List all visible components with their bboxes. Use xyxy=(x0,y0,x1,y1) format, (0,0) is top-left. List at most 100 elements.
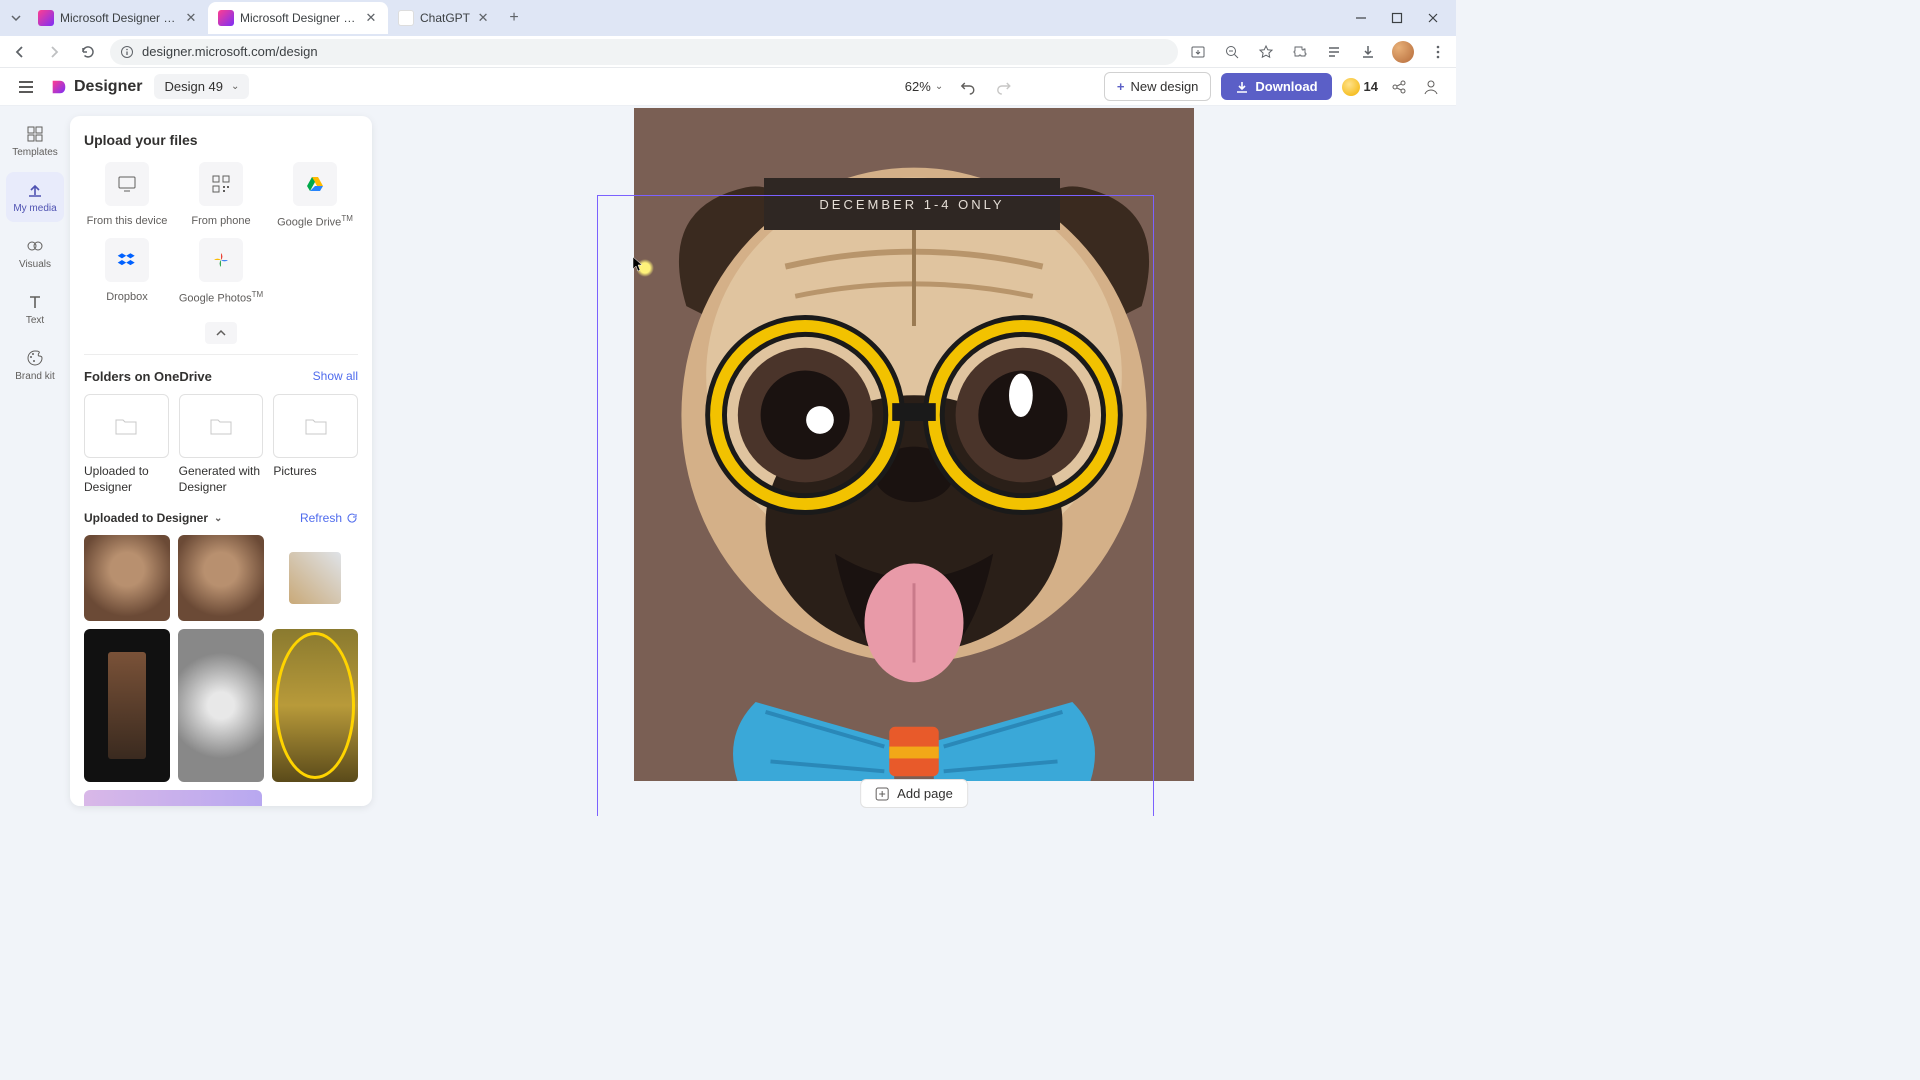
media-thumbnail[interactable] xyxy=(84,629,170,782)
redo-button[interactable] xyxy=(993,76,1015,98)
rail-templates[interactable]: Templates xyxy=(6,116,64,166)
dropbox-icon xyxy=(116,249,138,271)
add-page-label: Add page xyxy=(897,786,953,801)
new-design-button[interactable]: + New design xyxy=(1104,72,1212,101)
chevron-down-icon: ⌄ xyxy=(231,81,239,92)
forward-button[interactable] xyxy=(42,40,66,64)
section-dropdown[interactable]: Uploaded to Designer ⌄ xyxy=(84,511,222,525)
text-icon xyxy=(25,292,45,312)
upload-label: From this device xyxy=(87,214,168,228)
designer-favicon xyxy=(218,10,234,26)
download-icon xyxy=(1235,80,1249,94)
media-thumbnail[interactable] xyxy=(84,790,262,806)
download-button[interactable]: Download xyxy=(1221,73,1331,100)
app-logo[interactable]: Designer xyxy=(50,78,142,96)
upload-from-phone[interactable]: From phone xyxy=(178,162,264,230)
rail-visuals[interactable]: Visuals xyxy=(6,228,64,278)
close-icon[interactable]: ✕ xyxy=(364,11,378,25)
design-name: Design 49 xyxy=(164,79,223,94)
media-thumbnail[interactable] xyxy=(272,535,358,621)
canvas-area[interactable]: DECEMBER 1-4 ONLY Add page xyxy=(372,106,1456,816)
folder-generated-with-designer[interactable]: Generated with Designer xyxy=(179,394,264,495)
downloads-icon[interactable] xyxy=(1358,42,1378,62)
reading-list-icon[interactable] xyxy=(1324,42,1344,62)
app-name: Designer xyxy=(74,78,142,96)
zoom-value: 62% xyxy=(905,79,931,94)
credits-value: 14 xyxy=(1364,79,1378,94)
undo-button[interactable] xyxy=(957,76,979,98)
share-button[interactable] xyxy=(1388,76,1410,98)
folder-icon xyxy=(208,413,234,439)
url-input[interactable]: designer.microsoft.com/design xyxy=(110,39,1178,65)
upload-google-drive[interactable]: Google DriveTM xyxy=(272,162,358,230)
folder-pictures[interactable]: Pictures xyxy=(273,394,358,495)
browser-tab-strip: Microsoft Designer - Stunning ✕ Microsof… xyxy=(0,0,1456,36)
add-page-button[interactable]: Add page xyxy=(860,779,968,808)
upload-icon xyxy=(25,180,45,200)
app-header: Designer Design 49 ⌄ 62% ⌄ + New design … xyxy=(0,68,1456,106)
show-all-link[interactable]: Show all xyxy=(313,369,358,383)
cursor-icon xyxy=(632,256,644,272)
maximize-icon[interactable] xyxy=(1388,9,1406,27)
new-design-label: New design xyxy=(1130,79,1198,94)
rail-my-media[interactable]: My media xyxy=(6,172,64,222)
close-icon[interactable]: ✕ xyxy=(184,11,198,25)
media-thumbnail[interactable] xyxy=(84,535,170,621)
banner-text[interactable]: DECEMBER 1-4 ONLY xyxy=(764,178,1060,230)
refresh-label: Refresh xyxy=(300,511,342,525)
minimize-icon[interactable] xyxy=(1352,9,1370,27)
section-dropdown-label: Uploaded to Designer xyxy=(84,511,208,525)
divider xyxy=(84,354,358,355)
design-name-dropdown[interactable]: Design 49 ⌄ xyxy=(154,74,249,99)
folders-heading: Folders on OneDrive xyxy=(84,369,212,384)
rail-text[interactable]: Text xyxy=(6,284,64,334)
browser-tab[interactable]: ChatGPT ✕ xyxy=(388,2,500,34)
site-info-icon xyxy=(120,45,134,59)
upload-google-photos[interactable]: Google PhotosTM xyxy=(178,238,264,306)
back-button[interactable] xyxy=(8,40,32,64)
install-app-icon[interactable] xyxy=(1188,42,1208,62)
tab-title: Microsoft Designer - Stunning xyxy=(240,11,358,25)
browser-tab[interactable]: Microsoft Designer - Stunning ✕ xyxy=(208,2,388,34)
media-thumbnail-selected[interactable] xyxy=(272,629,358,782)
upload-label: Google DriveTM xyxy=(277,214,353,230)
chevron-down-icon: ⌄ xyxy=(935,81,943,92)
browser-tab[interactable]: Microsoft Designer - Stunning ✕ xyxy=(28,2,208,34)
qr-icon xyxy=(210,173,232,195)
close-window-icon[interactable] xyxy=(1424,9,1442,27)
upload-dropbox[interactable]: Dropbox xyxy=(84,238,170,306)
close-icon[interactable]: ✕ xyxy=(476,11,490,25)
zoom-dropdown[interactable]: 62% ⌄ xyxy=(905,79,943,94)
google-photos-icon xyxy=(210,249,232,271)
media-thumbnail[interactable] xyxy=(178,535,264,621)
folder-label: Uploaded to Designer xyxy=(84,464,169,495)
rail-label: Brand kit xyxy=(15,371,54,382)
profile-avatar[interactable] xyxy=(1392,41,1414,63)
refresh-icon xyxy=(346,512,358,524)
media-thumbnail[interactable] xyxy=(178,629,264,782)
folder-uploaded-to-designer[interactable]: Uploaded to Designer xyxy=(84,394,169,495)
rail-label: My media xyxy=(13,203,56,214)
brand-kit-icon xyxy=(25,348,45,368)
collapse-upload-button[interactable] xyxy=(205,322,237,344)
menu-button[interactable] xyxy=(14,75,38,99)
credits-counter[interactable]: 14 xyxy=(1342,78,1378,96)
artboard[interactable]: DECEMBER 1-4 ONLY xyxy=(634,108,1194,781)
bookmark-icon[interactable] xyxy=(1256,42,1276,62)
my-media-panel: Upload your files From this device From … xyxy=(70,116,372,806)
upload-label: From phone xyxy=(191,214,250,228)
extensions-icon[interactable] xyxy=(1290,42,1310,62)
rail-brand-kit[interactable]: Brand kit xyxy=(6,340,64,390)
upload-from-device[interactable]: From this device xyxy=(84,162,170,230)
tab-search-dropdown[interactable] xyxy=(4,6,28,30)
new-tab-button[interactable]: + xyxy=(500,4,528,32)
tab-title: Microsoft Designer - Stunning xyxy=(60,11,178,25)
reload-button[interactable] xyxy=(76,40,100,64)
menu-icon[interactable] xyxy=(1428,42,1448,62)
zoom-icon[interactable] xyxy=(1222,42,1242,62)
refresh-button[interactable]: Refresh xyxy=(300,511,358,525)
download-label: Download xyxy=(1255,79,1317,94)
monitor-icon xyxy=(116,173,138,195)
account-button[interactable] xyxy=(1420,76,1442,98)
coin-icon xyxy=(1342,78,1360,96)
